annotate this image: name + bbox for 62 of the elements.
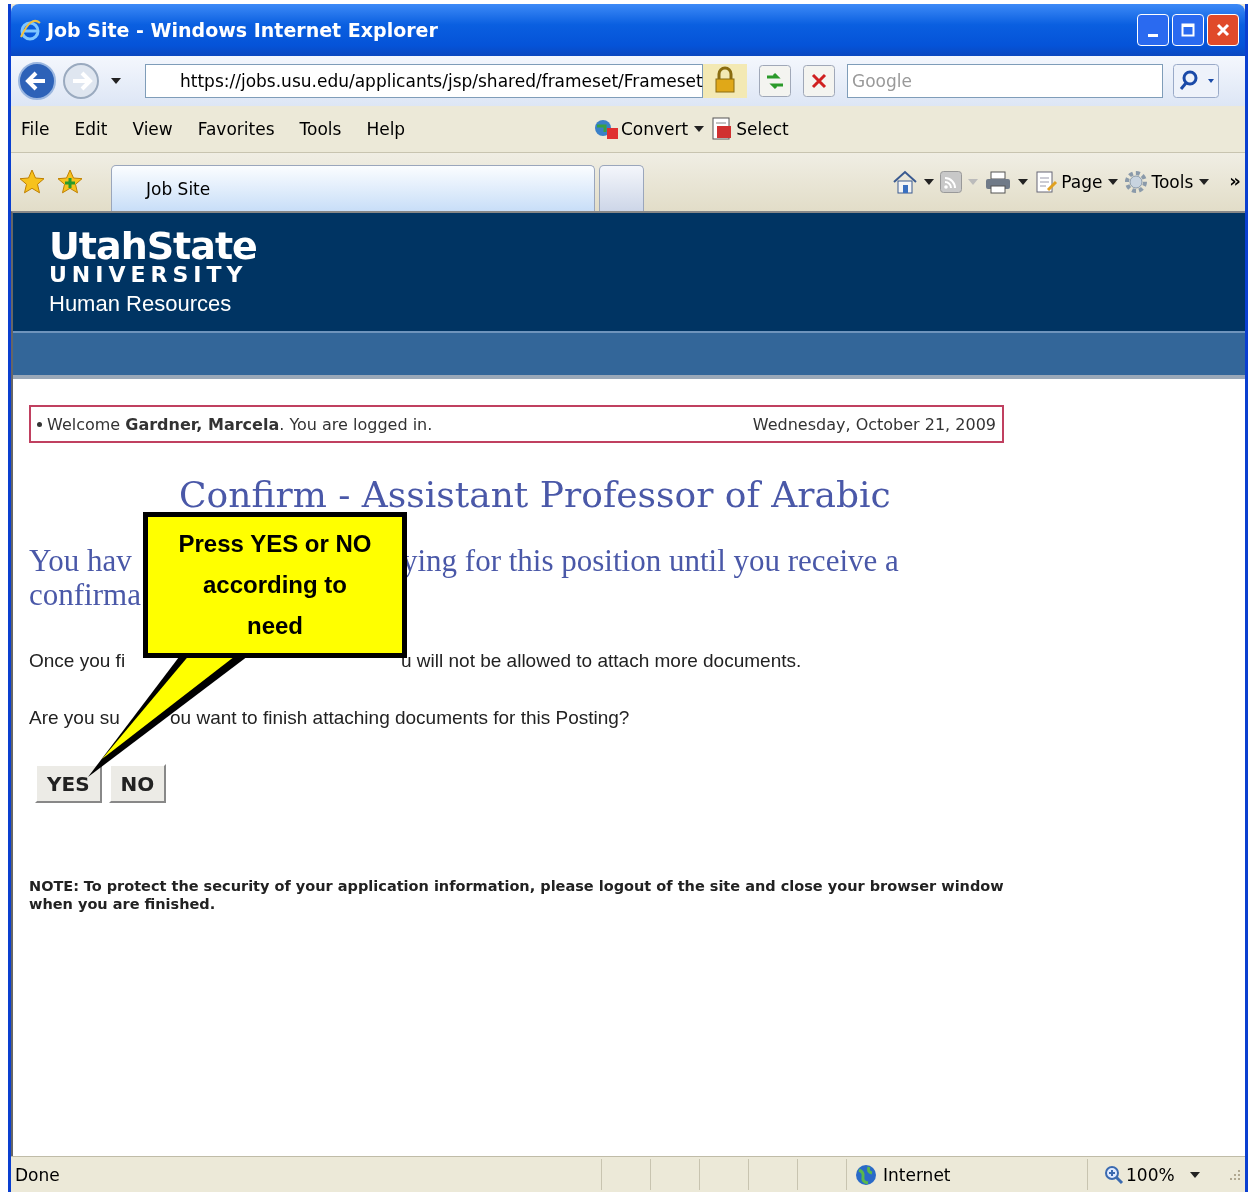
minimize-button[interactable] <box>1137 14 1169 46</box>
globe-icon <box>855 1163 877 1186</box>
add-favorite-icon[interactable] <box>57 169 83 195</box>
tools-menu[interactable]: Tools <box>1124 170 1194 194</box>
feed-icon[interactable] <box>940 171 963 193</box>
search-button[interactable] <box>1173 64 1219 98</box>
menu-item[interactable]: Tools <box>299 119 342 139</box>
dropdown-icon[interactable] <box>1108 179 1119 185</box>
minimize-icon <box>1148 33 1158 37</box>
globe-icon <box>593 118 619 140</box>
bullet-icon <box>37 421 42 427</box>
body-text: ou want to finish attaching documents for this Posting? <box>170 706 630 730</box>
dropdown-icon[interactable] <box>694 126 705 132</box>
body-text: Once you fi <box>29 649 126 673</box>
menu-item[interactable]: Edit <box>74 119 108 139</box>
maximize-icon <box>1181 23 1195 37</box>
dropdown-icon[interactable] <box>924 179 935 185</box>
body-text: Are you su <box>29 706 121 730</box>
address-field[interactable]: https://jobs.usu.edu/applicants/jsp/shared/frameset/Frameset <box>145 64 703 98</box>
search-field[interactable]: Google <box>847 64 1163 98</box>
printer-icon[interactable] <box>984 170 1013 194</box>
zoom-icon <box>1104 1164 1124 1185</box>
department-name: Human Resources <box>49 290 233 318</box>
resize-grip-icon <box>1229 1168 1241 1181</box>
answer-button[interactable]: NO <box>108 764 167 803</box>
intro-text: You hav <box>29 544 132 578</box>
answer-button[interactable]: YES <box>35 764 102 803</box>
browser-tab[interactable]: Job Site <box>111 165 595 211</box>
page-icon <box>1034 170 1059 194</box>
logo-text: UtahState <box>49 227 258 265</box>
lock-icon <box>703 64 747 98</box>
dropdown-icon[interactable] <box>1018 179 1029 185</box>
zoom-button[interactable]: 100% <box>1087 1159 1184 1190</box>
convert-button[interactable]: Convert <box>593 118 689 140</box>
back-button[interactable] <box>17 61 57 101</box>
menu-item[interactable]: Favorites <box>197 119 275 139</box>
status-text: Done <box>15 1164 61 1185</box>
menu-item[interactable]: File <box>21 119 50 139</box>
intro-text: confirma <box>29 578 141 612</box>
close-icon <box>1216 23 1230 37</box>
more-button[interactable]: » <box>1229 170 1241 191</box>
home-icon[interactable] <box>892 170 919 194</box>
select-button[interactable]: Select <box>710 117 789 141</box>
menu-item[interactable]: View <box>132 119 173 139</box>
dropdown-icon[interactable] <box>1190 1171 1200 1178</box>
page-menu[interactable]: Page <box>1034 170 1103 194</box>
close-button[interactable] <box>1207 14 1239 46</box>
gear-icon <box>1124 170 1149 194</box>
note-text: NOTE: To protect the security of your application information, please logout of the site and close your browser window when you are finished. <box>29 877 1004 913</box>
favorites-star-icon[interactable] <box>19 169 45 195</box>
stop-icon[interactable] <box>803 65 835 97</box>
zone-indicator: Internet <box>846 1159 1087 1190</box>
maximize-button[interactable] <box>1172 14 1204 46</box>
menu-item[interactable]: Help <box>366 119 406 139</box>
date-text: Wednesday, October 21, 2009 <box>752 414 996 434</box>
refresh-icon[interactable] <box>759 65 791 97</box>
dropdown-icon[interactable] <box>111 78 121 84</box>
logo-subtitle: UNIVERSITY <box>49 263 249 287</box>
browser-logo-icon <box>19 19 41 41</box>
welcome-text: Welcome Gardner, Marcela. You are logged in. <box>47 414 433 434</box>
window-title: Job Site - Windows Internet Explorer <box>47 19 439 41</box>
dropdown-icon[interactable] <box>1199 179 1210 185</box>
